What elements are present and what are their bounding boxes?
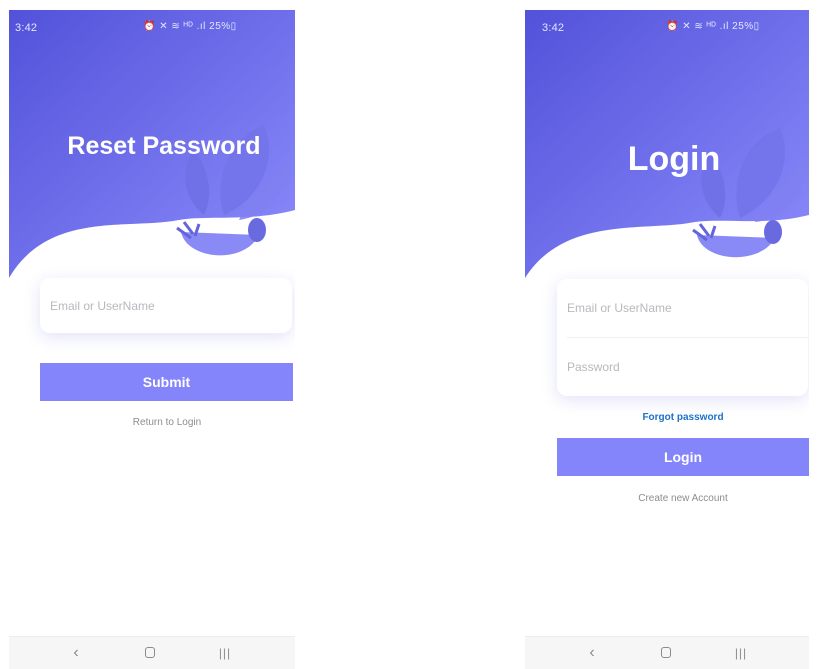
back-icon[interactable]: ‹ bbox=[582, 645, 602, 661]
status-bar: 3:42 ⏰ ✕ ≋ ᴴᴰ .ıl 25%▯ bbox=[525, 10, 809, 44]
page-title: Reset Password bbox=[67, 132, 261, 160]
reset-password-screen: 3:42 ⏰ ✕ ≋ ᴴᴰ .ıl 25%▯ Reset Password Su… bbox=[9, 10, 295, 669]
return-to-login-link[interactable]: Return to Login bbox=[24, 417, 295, 428]
submit-button[interactable]: Submit bbox=[40, 363, 293, 401]
status-bar: 3:42 ⏰ ✕ ≋ ᴴᴰ .ıl 25%▯ bbox=[9, 10, 295, 44]
status-icons: ⏰ ✕ ≋ ᴴᴰ .ıl 25%▯ bbox=[143, 21, 237, 32]
form-card bbox=[557, 279, 808, 396]
email-field[interactable] bbox=[557, 279, 808, 337]
navigation-bar: ‹ ||| bbox=[9, 636, 295, 669]
email-input[interactable] bbox=[40, 278, 292, 333]
email-field[interactable] bbox=[40, 278, 292, 333]
recent-apps-icon[interactable]: ||| bbox=[215, 645, 235, 661]
navigation-bar: ‹ ||| bbox=[525, 636, 809, 669]
login-button[interactable]: Login bbox=[557, 438, 809, 476]
back-icon[interactable]: ‹ bbox=[66, 645, 86, 661]
password-input[interactable] bbox=[557, 338, 808, 396]
recent-apps-icon[interactable]: ||| bbox=[731, 645, 751, 661]
plant-pot bbox=[692, 220, 782, 258]
home-icon[interactable] bbox=[656, 645, 676, 661]
page-title: Login bbox=[627, 140, 721, 178]
status-time: 3:42 bbox=[542, 22, 565, 34]
status-icons: ⏰ ✕ ≋ ᴴᴰ .ıl 25%▯ bbox=[666, 21, 760, 32]
password-field[interactable] bbox=[557, 338, 808, 396]
create-account-link[interactable]: Create new Account bbox=[541, 493, 809, 504]
forgot-password-link[interactable]: Forgot password bbox=[541, 412, 809, 423]
email-input[interactable] bbox=[557, 279, 808, 337]
home-icon[interactable] bbox=[140, 645, 160, 661]
status-time: 3:42 bbox=[15, 22, 38, 34]
login-screen: 3:42 ⏰ ✕ ≋ ᴴᴰ .ıl 25%▯ Login Forgot pass… bbox=[525, 10, 809, 669]
plant-pot bbox=[176, 218, 266, 256]
form-card bbox=[40, 278, 292, 333]
